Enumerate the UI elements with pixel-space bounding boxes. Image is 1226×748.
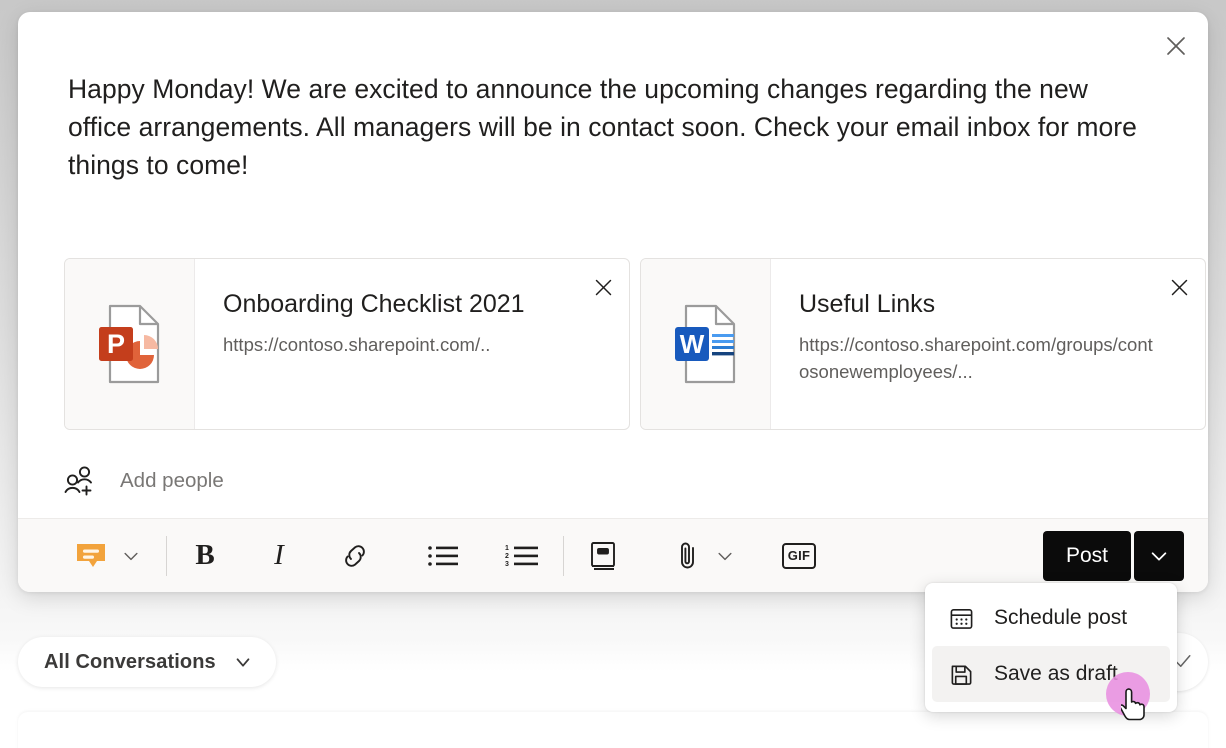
- link-icon: [345, 544, 365, 567]
- attachment-title: Useful Links: [799, 290, 936, 318]
- attachment-icon-pane: W: [641, 259, 771, 429]
- all-conversations-label: All Conversations: [44, 650, 216, 673]
- gif-label: GIF: [782, 542, 816, 569]
- post-options-menu: Schedule post Save as draft: [925, 583, 1177, 712]
- add-people-placeholder: Add people: [120, 469, 224, 492]
- menu-item-label: Schedule post: [994, 606, 1128, 629]
- svg-text:2: 2: [505, 553, 509, 560]
- svg-text:3: 3: [505, 561, 509, 568]
- attachment-icon-pane: P: [65, 259, 195, 429]
- announcement-icon: [591, 541, 615, 570]
- attach-file-button[interactable]: [668, 533, 708, 579]
- close-composer-button[interactable]: [1154, 24, 1198, 68]
- attachment-meta: Useful Links https://contoso.sharepoint.…: [771, 259, 1205, 429]
- composer-toolbar: B I 1 2 3 GIF Post: [18, 518, 1208, 592]
- attachment-card[interactable]: P Onboarding Checklist 2021 https://cont…: [64, 258, 630, 430]
- attachment-title: Onboarding Checklist 2021: [223, 290, 525, 318]
- word-file-icon: W: [674, 304, 735, 384]
- attachment-url: https://contoso.sharepoint.com/..: [223, 334, 491, 355]
- post-button[interactable]: Post: [1043, 530, 1131, 581]
- post-composer-modal: Happy Monday! We are excited to announce…: [18, 12, 1208, 592]
- close-icon: [1171, 279, 1187, 295]
- italic-label: I: [274, 539, 284, 571]
- attachment-card[interactable]: W Useful Links https://contoso.sharepoin…: [640, 258, 1206, 430]
- svg-text:P: P: [106, 329, 124, 359]
- remove-attachment-button[interactable]: [1161, 269, 1197, 305]
- close-icon: [595, 279, 611, 295]
- all-conversations-filter[interactable]: All Conversations: [18, 637, 276, 687]
- svg-text:W: W: [679, 329, 704, 359]
- remove-attachment-button[interactable]: [585, 269, 621, 305]
- conversation-card-peek: [18, 712, 1208, 748]
- bold-label: B: [195, 539, 215, 571]
- toolbar-divider: [166, 535, 167, 576]
- add-people-icon: [64, 466, 92, 496]
- chevron-down-icon: [236, 658, 250, 667]
- paperclip-icon: [681, 542, 694, 568]
- menu-item-save-as-draft[interactable]: Save as draft: [932, 646, 1170, 702]
- chevron-down-icon: [124, 552, 138, 560]
- insert-gif-button[interactable]: GIF: [776, 533, 822, 579]
- numbered-list-button[interactable]: 1 2 3: [499, 533, 545, 579]
- post-split-button: Post: [1043, 530, 1184, 581]
- attach-file-chevron-button[interactable]: [708, 533, 742, 579]
- bulleted-list-icon: [428, 545, 458, 566]
- save-floppy-icon: [948, 661, 974, 687]
- italic-button[interactable]: I: [259, 533, 299, 579]
- attachment-url: https://contoso.sharepoint.com/groups/co…: [799, 334, 1153, 382]
- screen-root: All Conversations Happy Monday! We are e…: [0, 0, 1226, 748]
- toolbar-divider: [563, 535, 564, 576]
- insert-link-button[interactable]: [333, 533, 377, 579]
- message-type-chevron-button[interactable]: [114, 533, 148, 579]
- numbered-list-icon: 1 2 3: [505, 545, 538, 568]
- message-bubble-icon: [77, 543, 105, 567]
- chevron-down-icon: [718, 552, 732, 560]
- menu-item-label: Save as draft: [994, 662, 1118, 685]
- bold-button[interactable]: B: [185, 533, 225, 579]
- chevron-down-icon: [1151, 551, 1167, 561]
- attachment-meta: Onboarding Checklist 2021 https://contos…: [195, 259, 629, 429]
- svg-text:1: 1: [505, 545, 509, 552]
- post-options-button[interactable]: [1134, 530, 1184, 581]
- powerpoint-file-icon: P: [98, 304, 159, 384]
- message-body-text[interactable]: Happy Monday! We are excited to announce…: [68, 70, 1153, 184]
- add-people-row[interactable]: Add people: [64, 456, 224, 506]
- bulleted-list-button[interactable]: [421, 533, 465, 579]
- message-type-button[interactable]: [68, 533, 114, 579]
- announcement-button[interactable]: [582, 533, 624, 579]
- calendar-icon: [948, 605, 974, 631]
- menu-item-schedule-post[interactable]: Schedule post: [932, 590, 1170, 646]
- attachment-cards: P Onboarding Checklist 2021 https://cont…: [64, 258, 1206, 430]
- close-icon: [1167, 37, 1185, 55]
